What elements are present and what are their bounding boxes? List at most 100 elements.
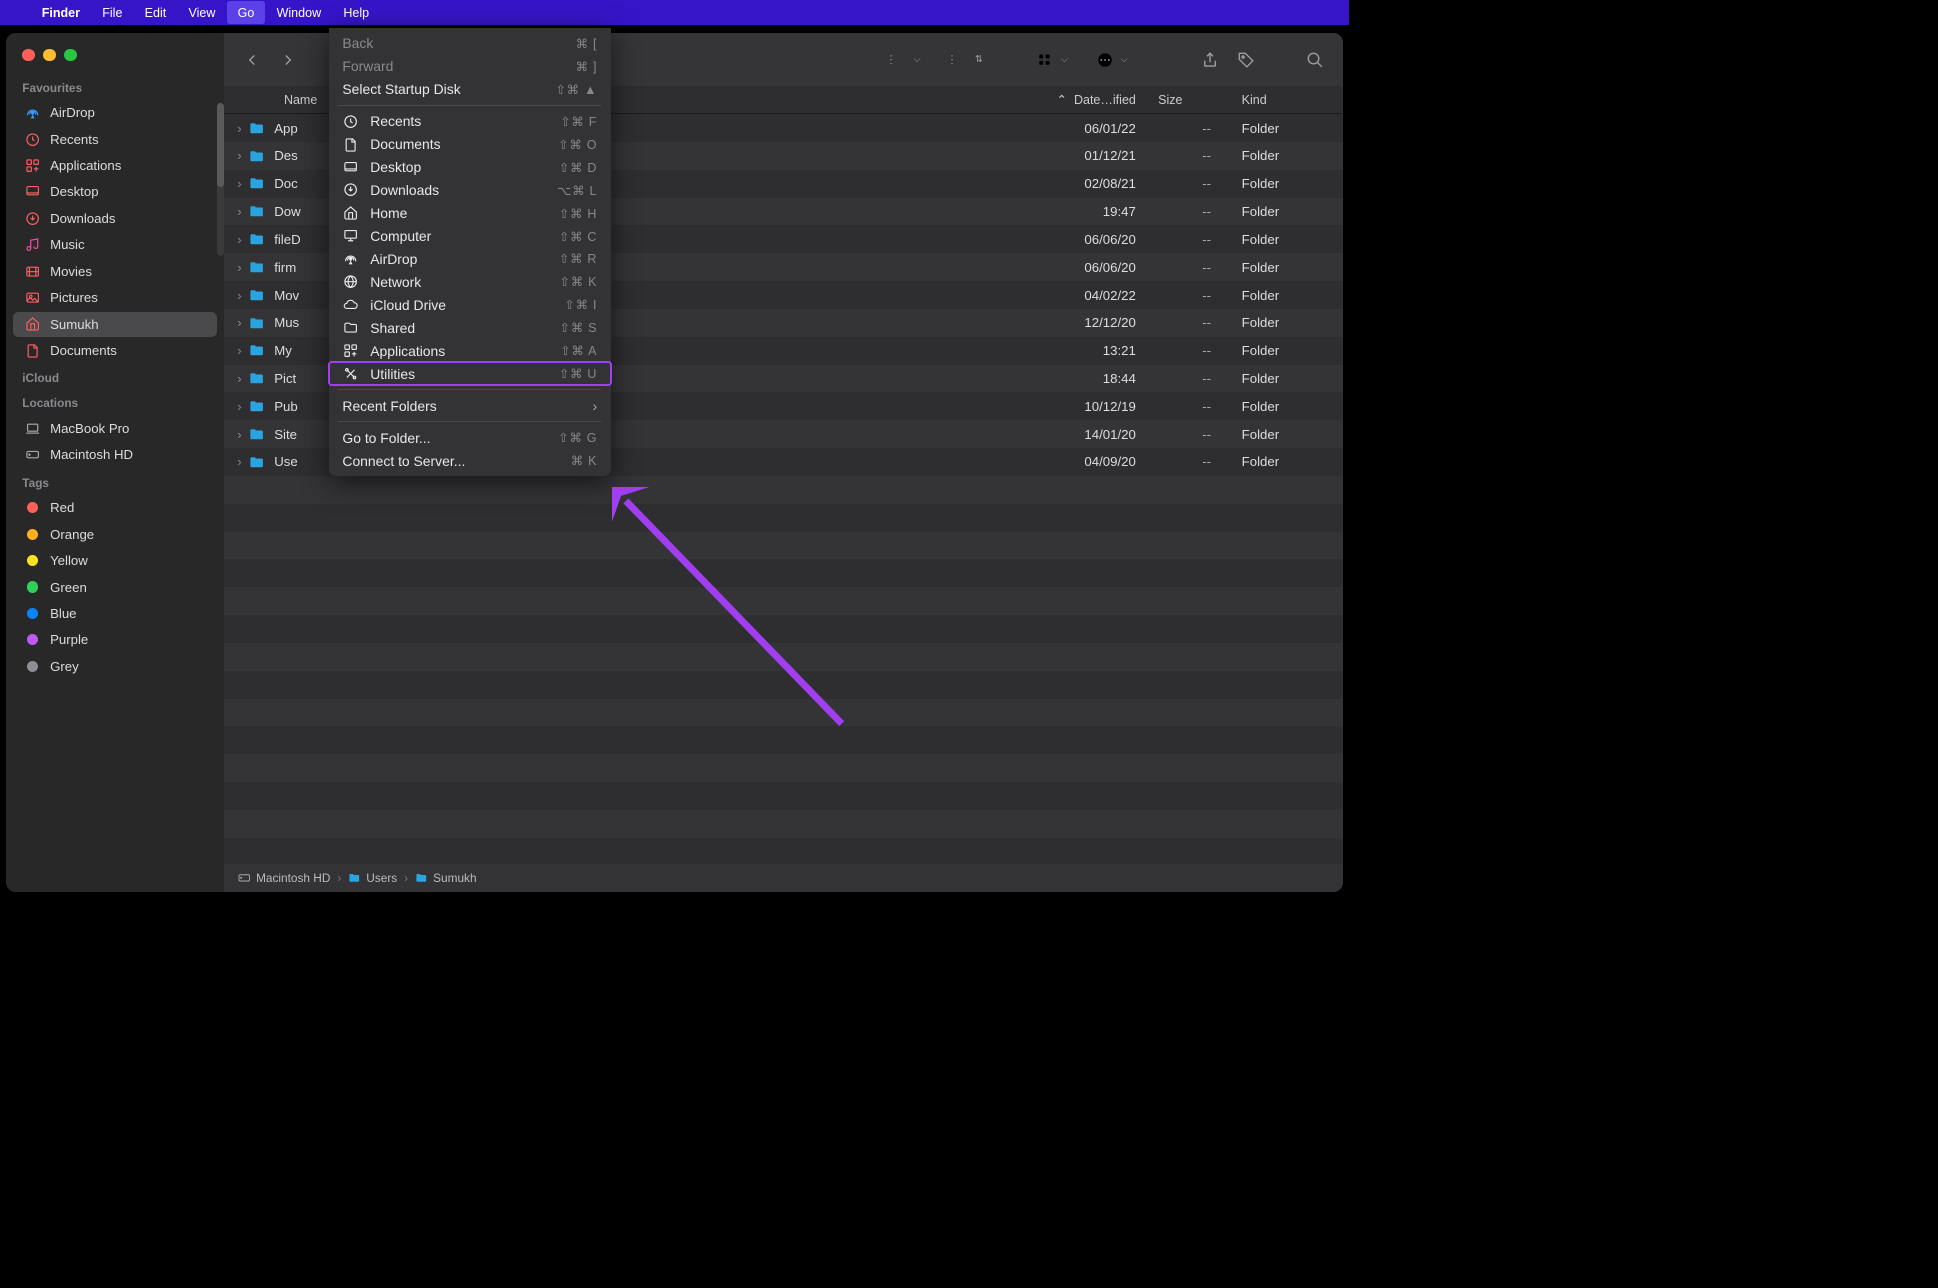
sidebar-item-macbook-pro[interactable]: MacBook Pro	[13, 416, 218, 441]
tag-icon	[25, 579, 40, 594]
forward-button[interactable]	[273, 45, 304, 76]
sidebar-item-grey[interactable]: Grey	[13, 654, 218, 679]
menu-item-airdrop[interactable]: AirDrop⇧⌘ R	[329, 247, 612, 270]
disclosure-icon[interactable]: ›	[224, 232, 243, 247]
disclosure-icon[interactable]: ›	[224, 148, 243, 163]
sidebar-item-applications[interactable]: Applications	[13, 153, 218, 178]
share-button[interactable]	[1194, 45, 1225, 76]
disclosure-icon[interactable]: ›	[224, 260, 243, 275]
menu-item-label: Recent Folders	[342, 398, 581, 414]
sidebar-item-downloads[interactable]: Downloads	[13, 206, 218, 231]
file-kind: Folder	[1232, 148, 1343, 163]
folder-icon	[249, 400, 268, 413]
folder-icon	[342, 320, 359, 335]
disclosure-icon[interactable]: ›	[224, 427, 243, 442]
menu-view[interactable]: View	[177, 1, 226, 23]
column-date[interactable]: ⌃Date…ified	[1037, 92, 1148, 107]
disclosure-icon[interactable]: ›	[224, 204, 243, 219]
disclosure-icon[interactable]: ›	[224, 315, 243, 330]
menu-item-utilities[interactable]: Utilities⇧⌘ U	[329, 362, 612, 385]
menu-item-network[interactable]: Network⇧⌘ K	[329, 270, 612, 293]
sidebar-item-green[interactable]: Green	[13, 575, 218, 600]
sidebar-item-label: Recents	[50, 132, 99, 147]
menu-item-select-startup-disk[interactable]: Select Startup Disk⇧⌘ ▲	[329, 78, 612, 101]
sidebar-item-blue[interactable]: Blue	[13, 601, 218, 626]
menu-item-applications[interactable]: Applications⇧⌘ A	[329, 339, 612, 362]
sidebar-item-orange[interactable]: Orange	[13, 522, 218, 547]
sidebar-item-desktop[interactable]: Desktop	[13, 179, 218, 204]
menu-item-downloads[interactable]: Downloads⌥⌘ L	[329, 179, 612, 202]
disclosure-icon[interactable]: ›	[224, 288, 243, 303]
sidebar-item-label: MacBook Pro	[50, 421, 129, 436]
menu-item-icloud-drive[interactable]: iCloud Drive⇧⌘ I	[329, 293, 612, 316]
zoom-window-button[interactable]	[64, 49, 77, 62]
menu-app[interactable]: Finder	[31, 1, 92, 23]
file-date: 04/09/20	[1037, 454, 1148, 469]
disclosure-icon[interactable]: ›	[224, 176, 243, 191]
path-segment[interactable]: Macintosh HD	[238, 871, 330, 885]
file-kind: Folder	[1232, 121, 1343, 136]
disclosure-icon[interactable]: ›	[224, 454, 243, 469]
menu-item-connect-to-server[interactable]: Connect to Server...⌘ K	[329, 449, 612, 472]
menu-edit[interactable]: Edit	[134, 1, 178, 23]
file-date: 13:21	[1037, 343, 1148, 358]
menu-item-shortcut: ⇧⌘ I	[564, 297, 597, 312]
path-segment[interactable]: Users	[348, 871, 397, 885]
disclosure-icon[interactable]: ›	[224, 121, 243, 136]
chevron-right-icon: ›	[593, 398, 598, 414]
action-button[interactable]: ⌵	[1096, 51, 1128, 69]
search-button[interactable]	[1300, 45, 1331, 76]
menu-item-documents[interactable]: Documents⇧⌘ O	[329, 133, 612, 156]
menu-item-shortcut: ⇧⌘ A	[560, 343, 597, 358]
file-kind: Folder	[1232, 315, 1343, 330]
menu-item-shortcut: ⌘ [	[576, 36, 598, 51]
minimize-window-button[interactable]	[43, 49, 56, 62]
sidebar-item-documents[interactable]: Documents	[13, 338, 218, 363]
doc-icon	[342, 137, 359, 152]
view-options-button[interactable]: ⌵	[1036, 52, 1068, 67]
disclosure-icon[interactable]: ›	[224, 399, 243, 414]
path-segment[interactable]: Sumukh	[415, 871, 476, 885]
file-kind: Folder	[1232, 204, 1343, 219]
sidebar-item-pictures[interactable]: Pictures	[13, 285, 218, 310]
sidebar-item-yellow[interactable]: Yellow	[13, 548, 218, 573]
folder-icon	[249, 205, 268, 218]
sidebar-scrollbar[interactable]	[217, 103, 224, 256]
view-list-button[interactable]: ⌵	[887, 52, 920, 67]
menu-item-shortcut: ⇧⌘ F	[560, 114, 597, 129]
menu-item-shared[interactable]: Shared⇧⌘ S	[329, 316, 612, 339]
sidebar-item-red[interactable]: Red	[13, 495, 218, 520]
sidebar-item-airdrop[interactable]: AirDrop	[13, 100, 218, 125]
sidebar-item-label: Orange	[50, 527, 94, 542]
menu-go[interactable]: Go	[227, 1, 266, 23]
tags-button[interactable]	[1231, 45, 1262, 76]
menu-item-recents[interactable]: Recents⇧⌘ F	[329, 110, 612, 133]
menu-item-home[interactable]: Home⇧⌘ H	[329, 202, 612, 225]
sidebar-item-sumukh[interactable]: Sumukh	[13, 312, 218, 337]
menu-item-desktop[interactable]: Desktop⇧⌘ D	[329, 156, 612, 179]
sidebar-item-music[interactable]: Music	[13, 232, 218, 257]
folder-icon	[249, 428, 268, 441]
sidebar-item-movies[interactable]: Movies	[13, 259, 218, 284]
sidebar-item-purple[interactable]: Purple	[13, 627, 218, 652]
back-button[interactable]	[237, 45, 268, 76]
file-kind: Folder	[1232, 427, 1343, 442]
menu-item-go-to-folder[interactable]: Go to Folder...⇧⌘ G	[329, 426, 612, 449]
column-size[interactable]: Size	[1148, 93, 1232, 107]
sidebar-item-recents[interactable]: Recents	[13, 127, 218, 152]
chevron-down-icon: ⌵	[1061, 54, 1068, 65]
menu-file[interactable]: File	[91, 1, 133, 23]
sidebar-item-label: Movies	[50, 264, 92, 279]
close-window-button[interactable]	[22, 49, 35, 62]
menu-window[interactable]: Window	[265, 1, 332, 23]
menu-item-computer[interactable]: Computer⇧⌘ C	[329, 225, 612, 248]
menu-help[interactable]: Help	[332, 1, 380, 23]
column-kind[interactable]: Kind	[1232, 93, 1343, 107]
sidebar-item-macintosh-hd[interactable]: Macintosh HD	[13, 442, 218, 467]
group-button[interactable]: ⇅	[948, 52, 983, 67]
disclosure-icon[interactable]: ›	[224, 371, 243, 386]
disclosure-icon[interactable]: ›	[224, 343, 243, 358]
folder-icon	[249, 456, 268, 469]
menu-item-recent-folders[interactable]: Recent Folders ›	[329, 394, 612, 417]
file-size: --	[1148, 148, 1232, 163]
